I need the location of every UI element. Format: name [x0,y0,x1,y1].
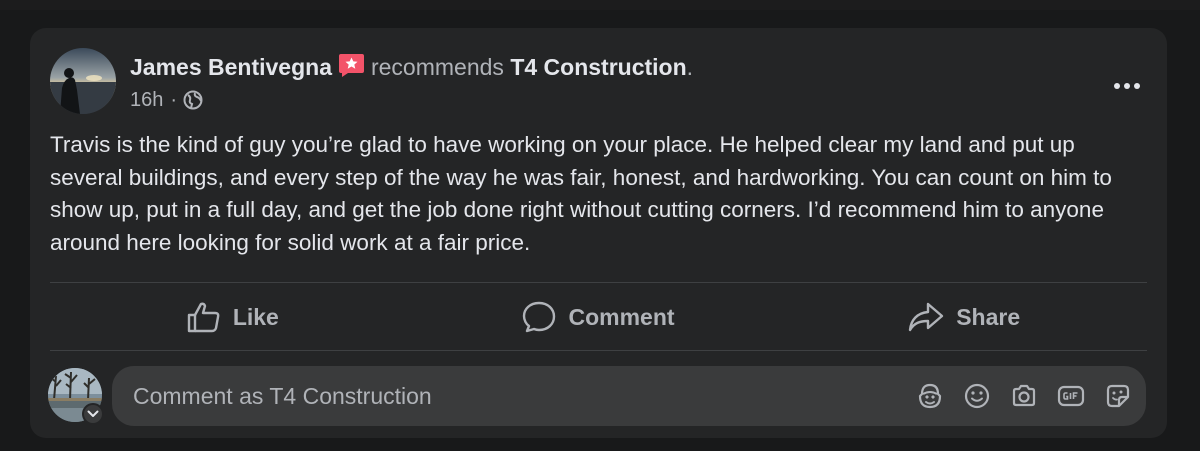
post-actions: Like Comment Share [50,284,1147,350]
globe-icon[interactable] [183,90,203,110]
comment-label: Comment [568,303,675,330]
author-name[interactable]: James Bentivegna [130,54,332,80]
trailing-period: . [686,54,694,80]
sticker-icon[interactable] [1104,382,1132,410]
comment-placeholder: Comment as T4 Construction [133,383,432,409]
post-meta: 16h · [130,86,203,114]
share-label: Share [956,303,1021,330]
camera-icon[interactable] [1010,382,1038,410]
post-card: James Bentivegna recommends T4 Constructi… [30,28,1167,438]
author-avatar[interactable] [50,48,116,114]
post-header: James Bentivegna recommends T4 Constructi… [50,46,1147,116]
comment-composer: Comment as T4 Construction [48,366,1147,426]
share-arrow-icon [909,302,944,332]
like-label: Like [232,303,279,330]
gif-icon[interactable] [1057,382,1085,410]
comment-toolbar [916,382,1132,410]
author-line: James Bentivegna recommends T4 Constructi… [130,52,693,82]
comment-button[interactable]: Comment [416,284,782,350]
comment-bubble-icon [523,301,556,333]
top-strip [0,0,1200,10]
post-timestamp[interactable]: 16h [130,86,163,114]
share-button[interactable]: Share [781,284,1147,350]
thumbs-up-icon [187,302,220,333]
chevron-down-icon[interactable] [82,403,104,425]
comment-input[interactable]: Comment as T4 Construction [112,366,1146,426]
meta-separator: · [170,89,178,111]
more-dots-icon[interactable] [1107,74,1147,98]
post-body: Travis is the kind of guy you’re glad to… [50,132,1112,255]
like-button[interactable]: Like [50,284,416,350]
emoji-icon[interactable] [963,382,991,410]
recommend-star-icon [338,53,365,78]
avatar-sticker-icon[interactable] [916,382,944,410]
divider-bottom [50,350,1147,351]
page-name-link[interactable]: T4 Construction [510,54,686,80]
action-text: recommends [370,54,504,80]
divider-top [50,282,1147,283]
